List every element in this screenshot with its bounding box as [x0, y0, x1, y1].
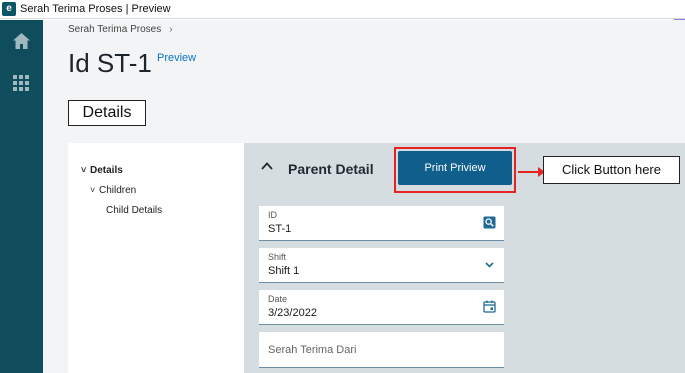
annotation-callout: Click Button here — [543, 156, 680, 184]
apps-grid-icon[interactable] — [13, 75, 29, 91]
field-label: Date — [268, 294, 288, 304]
page-title: Id ST-1 — [68, 48, 152, 78]
tree-item-label: Children — [99, 185, 137, 196]
annotation-arrow — [518, 171, 540, 173]
side-navigation — [0, 20, 43, 373]
shift-field[interactable]: Shift Shift 1 — [259, 248, 504, 283]
tree-item-label: Child Details — [106, 205, 163, 216]
field-value: Shift 1 — [268, 265, 300, 277]
chevron-down-icon: ˅ — [90, 185, 96, 195]
calendar-icon[interactable] — [483, 300, 496, 313]
lookup-search-icon[interactable] — [483, 216, 496, 229]
parent-detail-panel: Parent Detail Print Priview Click Button… — [244, 143, 685, 373]
home-icon[interactable] — [12, 32, 31, 50]
date-field[interactable]: Date 3/23/2022 — [259, 290, 504, 325]
app-logo-icon: e — [2, 2, 16, 16]
tree-item-details[interactable]: ˅ Details — [81, 165, 123, 176]
field-label: Shift — [268, 252, 287, 262]
breadcrumb-separator-icon: › — [169, 24, 173, 35]
breadcrumb: Serah Terima Proses › — [68, 24, 173, 35]
id-field[interactable]: ID ST-1 — [259, 206, 504, 241]
panel-title: Parent Detail — [288, 161, 374, 177]
window-title: Serah Terima Proses | Preview — [20, 3, 171, 15]
field-value: ST-1 — [268, 223, 292, 235]
serah-terima-dari-field[interactable]: Serah Terima Dari — [259, 332, 504, 368]
tree-item-children[interactable]: ˅ Children — [90, 185, 136, 196]
window-titlebar: e Serah Terima Proses | Preview — [0, 0, 685, 19]
detail-form: ID ST-1 Shift Shift 1 Date 3/23/2022 Ser… — [259, 206, 504, 373]
preview-link[interactable]: Preview — [157, 52, 196, 64]
details-section-label: Details — [68, 100, 146, 126]
main-content: Serah Terima Proses › Id ST-1 Preview Det… — [43, 20, 685, 373]
print-preview-button[interactable]: Print Priview — [398, 151, 512, 185]
field-label: ID — [268, 210, 277, 220]
panel-header: Parent Detail Print Priview Click Button… — [244, 143, 685, 197]
tree-item-label: Details — [90, 165, 123, 176]
chevron-up-icon[interactable] — [260, 159, 274, 173]
tree-panel: ˅ Details ˅ Children Child Details — [68, 143, 244, 373]
tree-item-child-details[interactable]: Child Details — [106, 205, 162, 216]
breadcrumb-item[interactable]: Serah Terima Proses — [68, 24, 161, 35]
chevron-down-icon[interactable] — [483, 258, 496, 271]
field-value: 3/23/2022 — [268, 307, 317, 319]
field-placeholder: Serah Terima Dari — [268, 344, 357, 356]
chevron-down-icon: ˅ — [81, 165, 87, 175]
